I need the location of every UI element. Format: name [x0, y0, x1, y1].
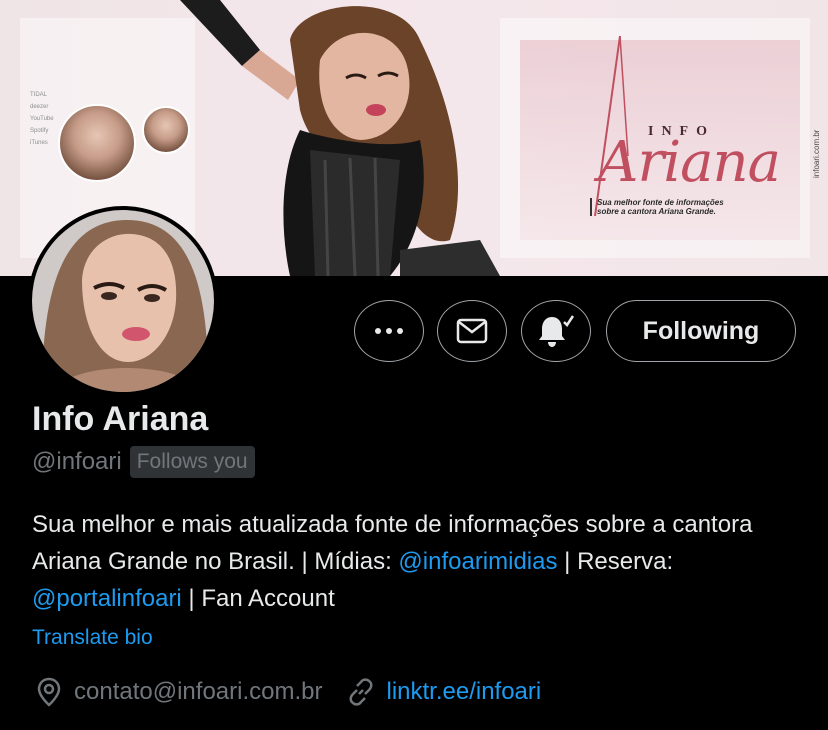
- banner-tagline: Sua melhor fonte de informações sobre a …: [590, 198, 740, 217]
- profile-handle-row: @infoari Follows you: [32, 446, 255, 478]
- profile-website-link[interactable]: linktr.ee/infoari: [386, 678, 541, 706]
- profile-avatar[interactable]: [28, 206, 218, 396]
- bell-check-icon: [539, 315, 575, 347]
- link-icon: [346, 676, 376, 708]
- profile-page: TIDAL deezer YouTube Spotify iTunes INFO…: [0, 0, 828, 730]
- notifications-button[interactable]: [521, 300, 591, 362]
- bio-text: | Reserva:: [557, 548, 674, 575]
- banner-platform: YouTube: [30, 116, 54, 122]
- banner-portrait: [58, 104, 136, 182]
- following-button[interactable]: Following: [606, 300, 796, 362]
- profile-handle: @infoari: [32, 448, 122, 475]
- message-button[interactable]: [437, 300, 507, 362]
- profile-display-name: Info Ariana: [32, 400, 209, 438]
- profile-meta: contato@infoari.com.br linktr.ee/infoari: [34, 676, 565, 708]
- profile-location-text: contato@infoari.com.br: [74, 678, 323, 705]
- bio-mention-link[interactable]: @infoarimidias: [398, 548, 557, 575]
- follows-you-badge: Follows you: [129, 446, 255, 478]
- banner-platform: TIDAL: [30, 92, 48, 98]
- translate-bio-link[interactable]: Translate bio: [32, 626, 153, 650]
- more-horizontal-icon: [375, 328, 403, 334]
- location-pin-icon: [34, 676, 64, 708]
- bio-mention-link[interactable]: @portalinfoari: [32, 585, 182, 612]
- profile-bio: Sua melhor e mais atualizada fonte de in…: [32, 506, 812, 617]
- banner-photo: [180, 0, 500, 276]
- profile-location: contato@infoari.com.br: [34, 676, 322, 708]
- more-options-button[interactable]: [354, 300, 424, 362]
- bio-text: | Fan Account: [181, 585, 335, 612]
- envelope-icon: [456, 318, 488, 344]
- banner-logo-name: Ariana: [598, 130, 781, 195]
- profile-website[interactable]: linktr.ee/infoari: [346, 676, 541, 708]
- banner-platform: deezer: [30, 104, 49, 110]
- banner-site: infoari.com.br: [812, 129, 821, 178]
